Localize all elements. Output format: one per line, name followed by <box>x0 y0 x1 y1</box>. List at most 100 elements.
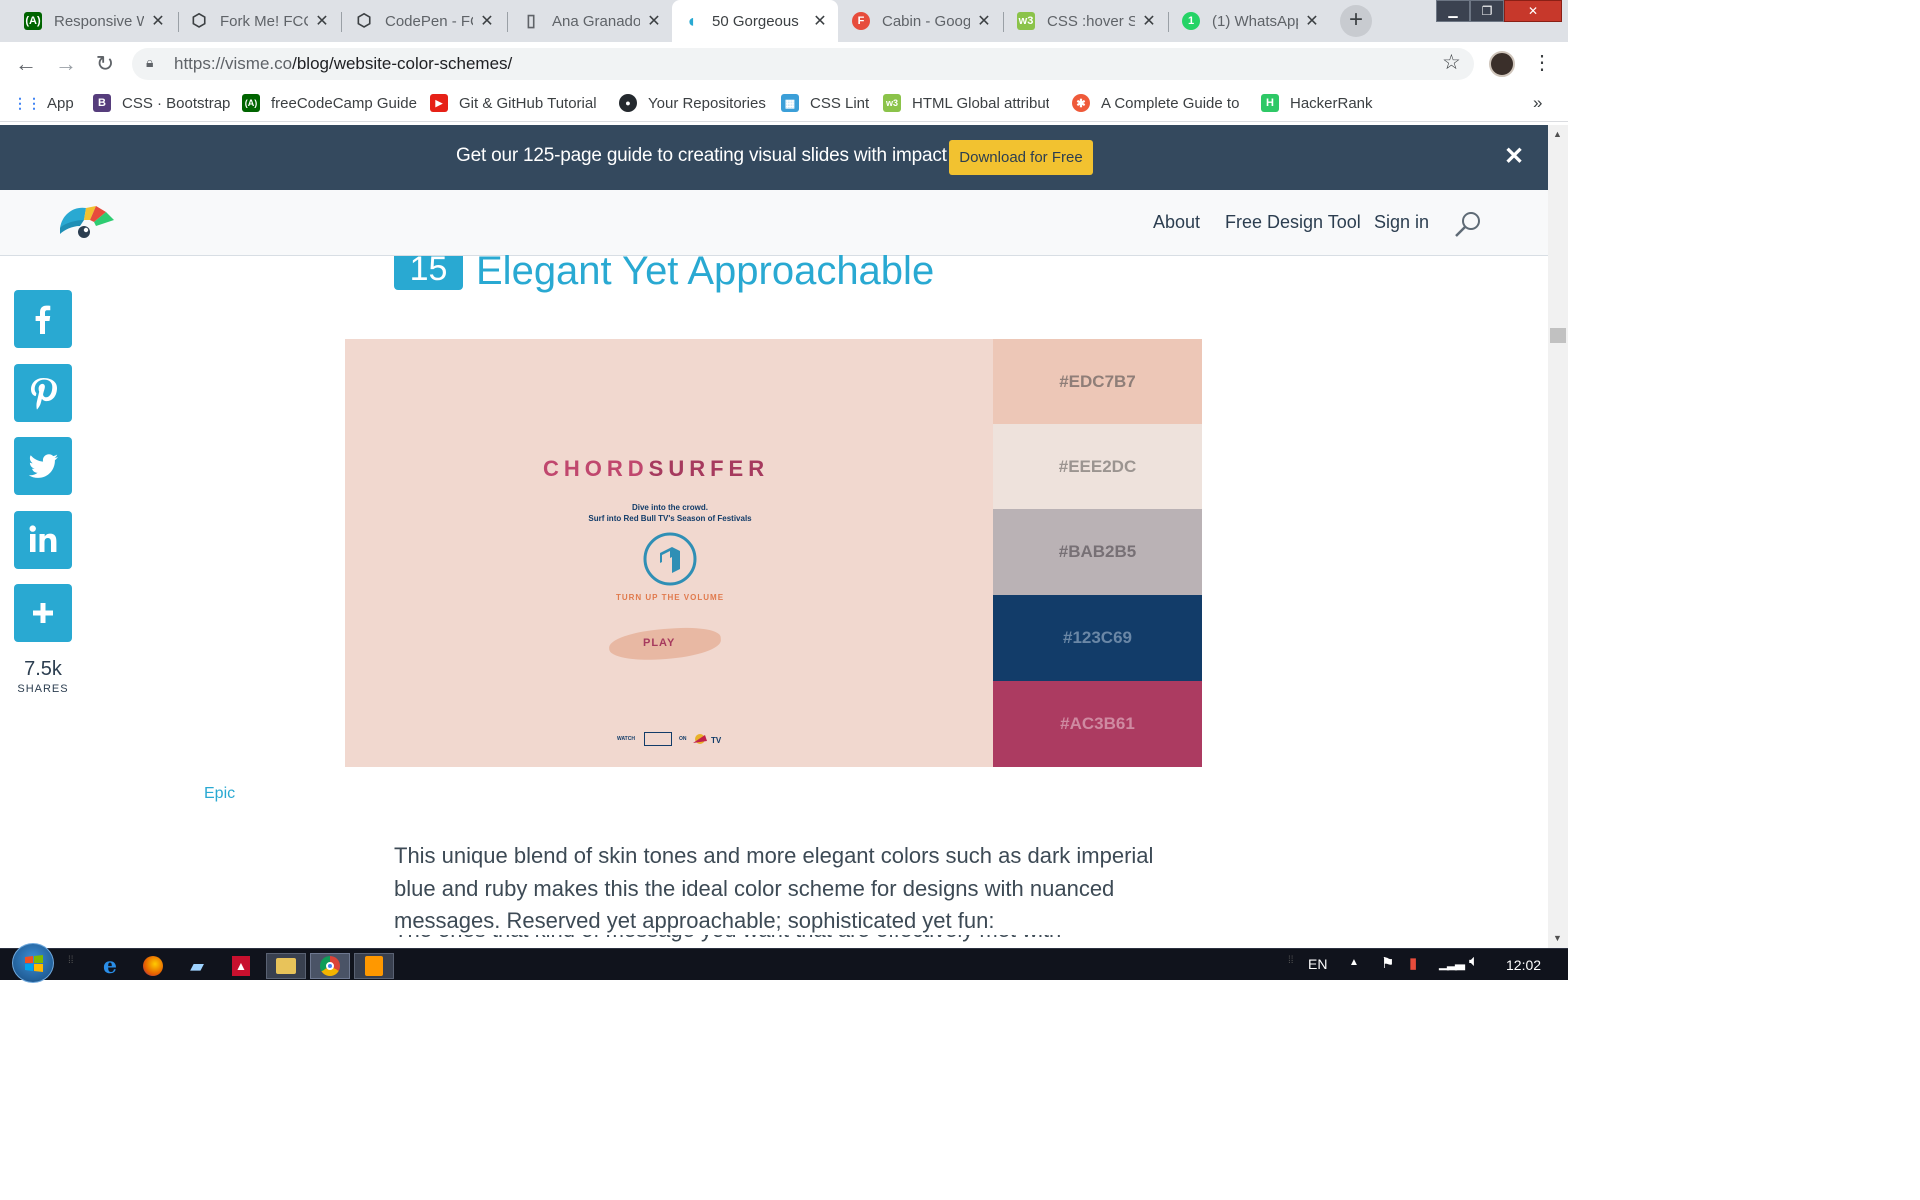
w3-icon: w3 <box>883 94 901 112</box>
redbull-tv-logo: TV <box>693 734 722 745</box>
avatar[interactable] <box>1489 51 1515 77</box>
volume-speaker-icon[interactable]: 🔈︎ <box>1469 953 1479 971</box>
close-window-button[interactable]: ✕ <box>1504 0 1562 22</box>
bookmarks-more-button[interactable]: » <box>1533 92 1542 114</box>
share-count: 7.5k <box>24 658 62 680</box>
start-button[interactable] <box>12 943 54 983</box>
close-tab-icon[interactable]: ✕ <box>1141 11 1157 31</box>
search-icon[interactable] <box>1453 210 1483 238</box>
acrobat-icon[interactable]: ▲ <box>225 953 257 979</box>
bookmark-bootstrap[interactable]: B CSS · Bootstrap <box>93 92 230 114</box>
close-tab-icon[interactable]: ✕ <box>479 11 495 31</box>
tab-whatsapp[interactable]: 1 (1) WhatsApp ✕ <box>1172 0 1330 42</box>
bookmark-hackerrank[interactable]: H HackerRank <box>1261 92 1373 114</box>
poster-on-text: ON <box>679 736 687 742</box>
nav-sign-in[interactable]: Sign in <box>1374 212 1429 233</box>
page-scrollbar[interactable]: ▲ ▼ <box>1548 125 1568 948</box>
poster-volume-text: TURN UP THE VOLUME <box>615 593 725 602</box>
svg-text:TV: TV <box>711 736 722 745</box>
nav-free-design-tool[interactable]: Free Design Tool <box>1225 212 1361 233</box>
action-center-flag-icon[interactable]: ⚑ <box>1381 954 1394 972</box>
share-more-button[interactable] <box>14 584 72 642</box>
bookmark-html-global[interactable]: w3 HTML Global attribut <box>883 92 1049 114</box>
festival-logo <box>644 732 672 746</box>
visme-logo[interactable] <box>56 202 118 244</box>
tab-responsive-web[interactable]: (A) Responsive Web ✕ <box>14 0 176 42</box>
swatch-hex: #EDC7B7 <box>1059 371 1136 391</box>
app-icon[interactable]: ▰ <box>181 953 213 979</box>
firefox-icon[interactable] <box>137 953 169 979</box>
network-signal-icon[interactable]: ▁▂▃ <box>1439 955 1465 971</box>
close-tab-icon[interactable]: ✕ <box>314 11 330 31</box>
tab-css-hover[interactable]: w3 CSS :hover Se ✕ <box>1007 0 1167 42</box>
bookmark-git-github[interactable]: ▶ Git & GitHub Tutorial <box>430 92 599 114</box>
file-explorer-icon[interactable] <box>266 953 306 979</box>
new-tab-button[interactable]: + <box>1340 5 1372 37</box>
brand-surfer: SURFER <box>648 456 770 481</box>
share-facebook-button[interactable] <box>14 290 72 348</box>
tray-grip: ⁞⁞ <box>1288 955 1294 966</box>
back-button[interactable]: ← <box>12 50 40 78</box>
scroll-down-arrow[interactable]: ▼ <box>1553 933 1562 943</box>
swatch-hex: #BAB2B5 <box>1058 542 1137 561</box>
swatch-2: #EEE2DC <box>993 424 1202 509</box>
address-bar[interactable]: 🔒︎ https://visme.co/blog/website-color-s… <box>132 48 1474 80</box>
share-linkedin-button[interactable] <box>14 511 72 569</box>
scrollbar-thumb[interactable] <box>1550 328 1566 343</box>
restore-button[interactable]: ❐ <box>1470 0 1504 22</box>
visme-icon: ◖ <box>685 10 697 31</box>
close-banner-icon[interactable]: ✕ <box>1504 145 1524 169</box>
close-tab-icon[interactable]: ✕ <box>150 11 166 31</box>
swatch-5: #AC3B61 <box>993 681 1202 767</box>
tab-title: Ana Granado <box>552 12 640 30</box>
bookmarks-bar: ⋮⋮ App B CSS · Bootstrap (A) freeCodeCam… <box>0 86 1568 122</box>
close-tab-icon[interactable]: ✕ <box>812 11 828 31</box>
tab-cabin-google-fonts[interactable]: F Cabin - Goog ✕ <box>842 0 1002 42</box>
reload-button[interactable]: ↻ <box>91 50 119 78</box>
fonts-icon: F <box>852 12 870 30</box>
tab-ana-granado[interactable]: ▯ Ana Granado ✕ <box>512 0 672 42</box>
whatsapp-icon: 1 <box>1182 12 1200 30</box>
sublime-text-icon[interactable] <box>354 953 394 979</box>
internet-explorer-icon[interactable]: e <box>94 953 126 979</box>
tab-50-gorgeous[interactable]: ◖ 50 Gorgeous ✕ <box>672 0 838 42</box>
scroll-up-arrow[interactable]: ▲ <box>1553 129 1562 139</box>
close-tab-icon[interactable]: ✕ <box>1304 11 1320 31</box>
tab-separator <box>178 12 179 32</box>
tab-fork-me[interactable]: ⬡ Fork Me! FCC ✕ <box>180 0 340 42</box>
plus-icon <box>33 603 53 623</box>
language-indicator[interactable]: EN <box>1308 956 1327 972</box>
tab-strip: (A) Responsive Web ✕ ⬡ Fork Me! FCC ✕ ⬡ … <box>0 0 1568 42</box>
minimize-button[interactable]: ▁ <box>1436 0 1470 22</box>
tray-expand-icon[interactable]: ▲ <box>1349 957 1359 968</box>
nav-about[interactable]: About <box>1153 212 1200 233</box>
page-icon: ▯ <box>526 11 536 30</box>
share-twitter-button[interactable] <box>14 437 72 495</box>
bookmark-freecodecamp[interactable]: (A) freeCodeCamp Guide <box>242 92 417 114</box>
promo-banner: Get our 125-page guide to creating visua… <box>0 125 1548 190</box>
close-tab-icon[interactable]: ✕ <box>976 11 992 31</box>
section-number-badge: 15 <box>394 256 463 290</box>
clock[interactable]: 12:02 <box>1506 957 1541 973</box>
chrome-icon[interactable] <box>310 953 350 979</box>
power-icon[interactable]: ▮ <box>1409 954 1417 972</box>
star-bookmark-icon[interactable]: ☆ <box>1442 50 1461 75</box>
tab-title: CodePen - FCC <box>385 12 473 30</box>
tab-title: 50 Gorgeous <box>712 12 799 30</box>
forward-button[interactable]: → <box>52 50 80 78</box>
bookmark-csslint[interactable]: ▦ CSS Lint <box>781 92 869 114</box>
twitter-icon <box>28 454 58 478</box>
bookmark-app[interactable]: ⋮⋮ App <box>13 92 74 114</box>
tab-codepen[interactable]: ⬡ CodePen - FCC ✕ <box>345 0 505 42</box>
swatch-hex: #EEE2DC <box>1058 456 1137 476</box>
share-pinterest-button[interactable] <box>14 364 72 422</box>
tab-title: Fork Me! FCC <box>220 12 308 30</box>
close-tab-icon[interactable]: ✕ <box>646 11 662 31</box>
bookmark-repositories[interactable]: ● Your Repositories <box>619 92 766 114</box>
image-caption-link[interactable]: Epic <box>204 785 235 803</box>
download-button[interactable]: Download for Free <box>949 140 1093 175</box>
bookmark-complete-guide[interactable]: ✱ A Complete Guide to <box>1072 92 1239 114</box>
bookmark-label: CSS · Bootstrap <box>122 94 231 112</box>
menu-kebab-icon[interactable]: ⋮ <box>1532 50 1552 75</box>
poster-watch-text: WATCH <box>617 736 635 742</box>
